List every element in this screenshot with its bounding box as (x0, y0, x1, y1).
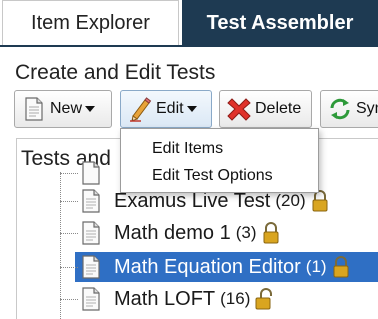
delete-button[interactable]: Delete (219, 90, 312, 128)
test-item-count: (20) (275, 191, 306, 210)
tree-branch (60, 266, 78, 268)
tab-item-explorer[interactable]: Item Explorer (2, 0, 179, 46)
new-document-icon (25, 97, 43, 121)
test-name: Math Equation Editor (114, 255, 301, 278)
document-icon (82, 287, 100, 311)
padlock-icon (333, 256, 349, 278)
test-item[interactable]: Math LOFT (16) (60, 284, 378, 314)
document-icon (82, 161, 100, 185)
edit-dropdown-menu: Edit Items Edit Test Options (120, 128, 319, 193)
sync-button-label: Sync (356, 100, 378, 117)
tree-branch (60, 200, 78, 202)
sync-button[interactable]: Sync (320, 90, 378, 128)
document-icon (82, 189, 100, 213)
test-item-selected[interactable]: Math Equation Editor (1) (60, 252, 378, 282)
chevron-down-icon (186, 106, 197, 112)
test-name: Math demo 1 (114, 221, 231, 244)
menu-item-edit-test-options[interactable]: Edit Test Options (121, 162, 318, 190)
tree-branch (60, 298, 78, 300)
delete-button-label: Delete (255, 100, 302, 117)
document-icon (82, 255, 100, 279)
tree-branch (60, 232, 78, 234)
test-item-count: (1) (305, 257, 327, 276)
document-icon (82, 221, 100, 245)
tab-bar: Item Explorer Test Assembler (0, 0, 378, 47)
pencil-icon (130, 97, 152, 122)
chevron-down-icon (85, 106, 96, 112)
unlocked-padlock-icon (255, 288, 273, 310)
red-x-icon (227, 98, 251, 121)
edit-button-label: Edit (156, 100, 184, 117)
green-sync-icon (330, 98, 350, 120)
page-title: Create and Edit Tests (15, 61, 216, 84)
test-item-count: (16) (220, 289, 251, 308)
padlock-icon (263, 222, 279, 244)
new-button[interactable]: New (14, 90, 112, 128)
tree-branch (60, 172, 78, 174)
tab-test-assembler[interactable]: Test Assembler (182, 0, 378, 46)
test-name: Math LOFT (114, 287, 216, 310)
menu-item-edit-items[interactable]: Edit Items (121, 135, 318, 163)
test-item[interactable]: Math demo 1 (3) (60, 218, 378, 248)
tab-bar-divider (0, 45, 378, 47)
edit-button[interactable]: Edit (120, 90, 212, 128)
test-item-count: (3) (235, 223, 257, 242)
new-button-label: New (50, 100, 83, 117)
padlock-icon (312, 190, 328, 212)
